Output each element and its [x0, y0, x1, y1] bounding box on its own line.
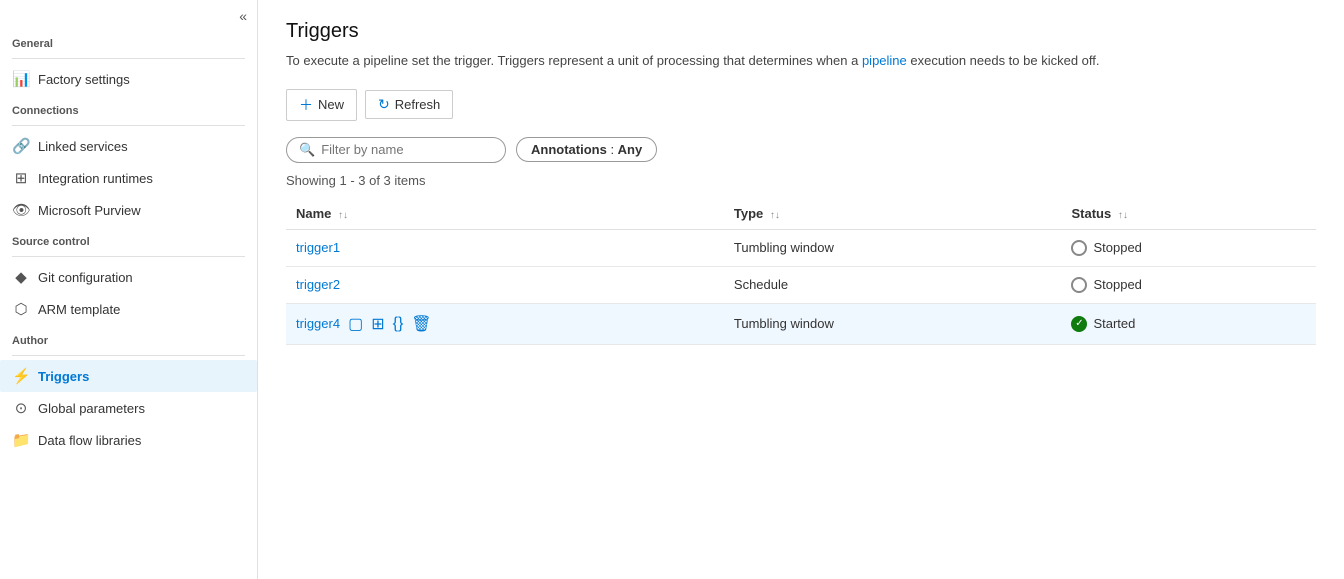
sidebar-item-arm-template[interactable]: ⬡ ARM template	[0, 293, 257, 325]
monitor-icon[interactable]: ⊞	[371, 314, 384, 334]
trigger-status-cell-trigger4: ✓ Started	[1061, 303, 1316, 344]
sidebar-item-git-configuration[interactable]: ◆ Git configuration	[0, 261, 257, 293]
triggers-label: Triggers	[38, 369, 89, 384]
global-parameters-label: Global parameters	[38, 401, 145, 416]
pipeline-highlight: pipeline	[862, 53, 907, 68]
filter-row: 🔍 Annotations : Any	[286, 137, 1316, 163]
trigger-type-cell-trigger1: Tumbling window	[724, 229, 1062, 266]
stopped-icon-trigger1	[1071, 240, 1087, 256]
delete-icon[interactable]: 🗑	[411, 314, 431, 334]
started-icon-trigger4: ✓	[1071, 316, 1087, 332]
filter-input-wrap: 🔍	[286, 137, 506, 163]
sidebar-item-triggers[interactable]: ⚡ Triggers	[0, 360, 257, 392]
items-count: Showing 1 - 3 of 3 items	[286, 173, 1316, 188]
sidebar-item-factory-settings[interactable]: 📊 Factory settings	[0, 63, 257, 95]
global-parameters-icon: ⊙	[12, 399, 30, 417]
sidebar-item-data-flow-libraries[interactable]: 📁 Data flow libraries	[0, 424, 257, 456]
factory-settings-icon: 📊	[12, 70, 30, 88]
name-sort-icon[interactable]: ↑↓	[338, 210, 348, 221]
annotations-button[interactable]: Annotations : Any	[516, 137, 657, 162]
new-button[interactable]: ＋ New	[286, 89, 357, 121]
type-sort-icon[interactable]: ↑↓	[770, 210, 780, 221]
sidebar-section-label-author: Author	[0, 325, 257, 351]
integration-runtimes-icon: ⊞	[12, 169, 30, 187]
refresh-icon: ↻	[378, 96, 390, 113]
integration-runtimes-label: Integration runtimes	[38, 171, 153, 186]
stopped-icon-trigger2	[1071, 277, 1087, 293]
trigger-status-cell-trigger2: Stopped	[1061, 266, 1316, 303]
table-row[interactable]: trigger1 Tumbling window Stopped	[286, 229, 1316, 266]
refresh-button[interactable]: ↻ Refresh	[365, 90, 453, 119]
annotations-value: Any	[618, 142, 643, 157]
arm-template-icon: ⬡	[12, 300, 30, 318]
trigger-name-cell-trigger1: trigger1	[286, 229, 724, 266]
trigger-name-cell-trigger2: trigger2	[286, 266, 724, 303]
sidebar-divider	[12, 355, 245, 356]
triggers-icon: ⚡	[12, 367, 30, 385]
status-text-trigger2: Stopped	[1093, 277, 1141, 292]
refresh-label: Refresh	[395, 97, 441, 112]
linked-services-label: Linked services	[38, 139, 128, 154]
main-content: Triggers To execute a pipeline set the t…	[258, 0, 1344, 579]
status-text-trigger1: Stopped	[1093, 240, 1141, 255]
git-configuration-label: Git configuration	[38, 270, 133, 285]
run-icon[interactable]: ▢	[348, 314, 363, 334]
page-description: To execute a pipeline set the trigger. T…	[286, 51, 1316, 71]
col-header-status[interactable]: Status ↑↓	[1061, 198, 1316, 230]
search-icon: 🔍	[299, 142, 315, 158]
status-sort-icon[interactable]: ↑↓	[1118, 210, 1128, 221]
data-flow-libraries-label: Data flow libraries	[38, 433, 141, 448]
microsoft-purview-icon: 👁	[12, 201, 30, 219]
status-text-trigger4: Started	[1093, 316, 1135, 331]
sidebar-item-linked-services[interactable]: 🔗 Linked services	[0, 130, 257, 162]
sidebar-item-integration-runtimes[interactable]: ⊞ Integration runtimes	[0, 162, 257, 194]
new-label: New	[318, 97, 344, 112]
git-configuration-icon: ◆	[12, 268, 30, 286]
col-header-name[interactable]: Name ↑↓	[286, 198, 724, 230]
collapse-button[interactable]: «	[0, 0, 257, 28]
triggers-table: Name ↑↓ Type ↑↓ Status ↑↓ trigger1 Tumbli…	[286, 198, 1316, 345]
factory-settings-label: Factory settings	[38, 72, 130, 87]
microsoft-purview-label: Microsoft Purview	[38, 203, 141, 218]
annotations-label: Annotations	[531, 142, 607, 157]
trigger-type-cell-trigger2: Schedule	[724, 266, 1062, 303]
sidebar-item-global-parameters[interactable]: ⊙ Global parameters	[0, 392, 257, 424]
sidebar-divider	[12, 125, 245, 126]
row-actions-trigger4: ▢ ⊞ {} 🗑	[348, 314, 432, 334]
plus-icon: ＋	[299, 95, 313, 115]
sidebar-divider	[12, 256, 245, 257]
arm-template-label: ARM template	[38, 302, 120, 317]
data-flow-libraries-icon: 📁	[12, 431, 30, 449]
code-icon[interactable]: {}	[393, 315, 404, 333]
trigger-link-trigger2[interactable]: trigger2	[296, 277, 340, 292]
table-row[interactable]: trigger2 Schedule Stopped	[286, 266, 1316, 303]
page-title: Triggers	[286, 20, 1316, 43]
sidebar-item-microsoft-purview[interactable]: 👁 Microsoft Purview	[0, 194, 257, 226]
trigger-link-trigger4[interactable]: trigger4	[296, 316, 340, 331]
linked-services-icon: 🔗	[12, 137, 30, 155]
sidebar-section-label-connections: Connections	[0, 95, 257, 121]
trigger-name-cell-trigger4: trigger4 ▢ ⊞ {} 🗑	[286, 303, 724, 344]
trigger-type-cell-trigger4: Tumbling window	[724, 303, 1062, 344]
sidebar-section-label-source-control: Source control	[0, 226, 257, 252]
trigger-status-cell-trigger1: Stopped	[1061, 229, 1316, 266]
col-header-type[interactable]: Type ↑↓	[724, 198, 1062, 230]
filter-input[interactable]	[321, 142, 493, 157]
sidebar-section-label-general: General	[0, 28, 257, 54]
sidebar: « General 📊 Factory settings Connections 🔗 Li…	[0, 0, 258, 579]
table-row[interactable]: trigger4 ▢ ⊞ {} 🗑 Tumbling window ✓ Started	[286, 303, 1316, 344]
trigger-link-trigger1[interactable]: trigger1	[296, 240, 340, 255]
sidebar-divider	[12, 58, 245, 59]
toolbar: ＋ New ↻ Refresh	[286, 89, 1316, 121]
